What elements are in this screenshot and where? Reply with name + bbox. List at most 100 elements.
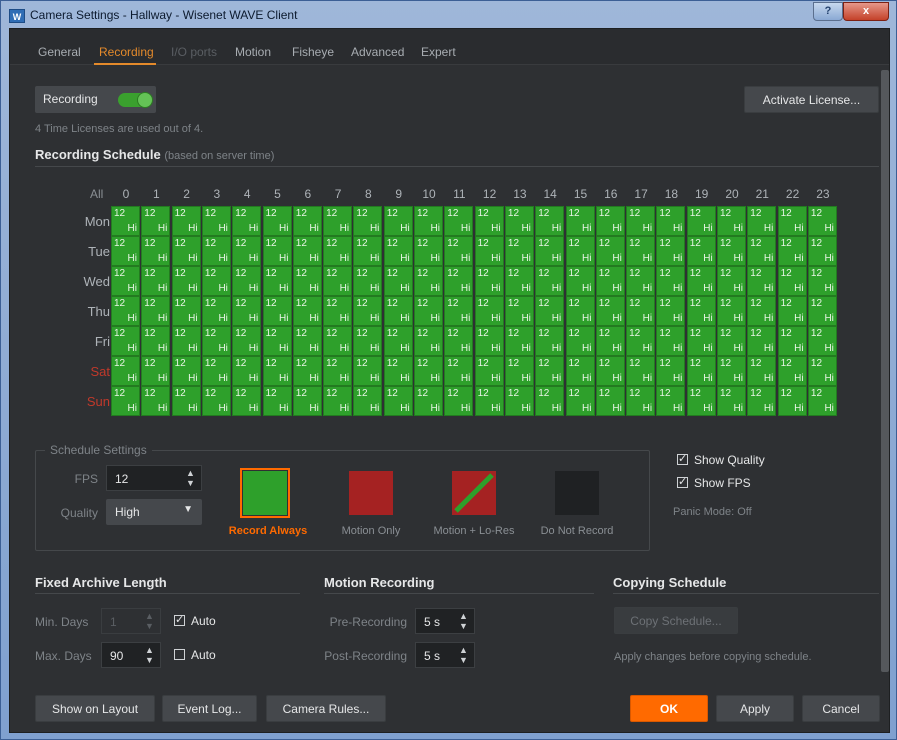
schedule-cell[interactable]: 12 Hi <box>383 266 413 296</box>
hour-header[interactable]: 21 <box>747 187 777 201</box>
schedule-cell[interactable]: 12 Hi <box>141 326 171 356</box>
schedule-cell[interactable]: 12 Hi <box>201 236 231 266</box>
schedule-cell[interactable]: 12 Hi <box>535 296 565 326</box>
schedule-cell[interactable]: 12 Hi <box>171 206 201 236</box>
day-label[interactable]: Sat <box>60 364 110 379</box>
schedule-cell[interactable]: 12 Hi <box>626 206 656 236</box>
day-label[interactable]: Thu <box>60 304 110 319</box>
schedule-cell[interactable]: 12 Hi <box>777 386 807 416</box>
hour-header[interactable]: 12 <box>475 187 505 201</box>
hour-header[interactable]: 6 <box>293 187 323 201</box>
schedule-cell[interactable]: 12 Hi <box>414 296 443 326</box>
mode-motion-only[interactable] <box>349 471 397 515</box>
schedule-cell[interactable]: 12 Hi <box>656 296 686 326</box>
schedule-cell[interactable]: 12 Hi <box>444 266 474 296</box>
schedule-cell[interactable]: 12 Hi <box>292 266 322 296</box>
schedule-cell[interactable]: 12 Hi <box>807 326 837 356</box>
schedule-cell[interactable]: 12 Hi <box>595 236 625 266</box>
schedule-cell[interactable]: 12 Hi <box>353 236 383 266</box>
min-days-spinbox[interactable]: 1 ▲ ▼ <box>101 608 161 634</box>
schedule-cell[interactable]: 12 Hi <box>474 206 504 236</box>
hour-header[interactable]: 18 <box>656 187 686 201</box>
schedule-cell[interactable]: 12 Hi <box>383 386 413 416</box>
schedule-cell[interactable]: 12 Hi <box>656 266 686 296</box>
day-label[interactable]: Mon <box>60 214 110 229</box>
hour-header[interactable]: 19 <box>687 187 717 201</box>
schedule-cell[interactable]: 12 Hi <box>141 266 171 296</box>
schedule-cell[interactable]: 12 Hi <box>111 386 140 416</box>
schedule-cell[interactable]: 12 Hi <box>414 356 443 386</box>
min-days-auto-checkbox[interactable]: Auto <box>174 613 216 628</box>
hour-header[interactable]: 0 <box>111 187 141 201</box>
schedule-cell[interactable]: 12 Hi <box>565 326 595 356</box>
schedule-cell[interactable]: 12 Hi <box>747 356 777 386</box>
schedule-cell[interactable]: 12 Hi <box>504 356 534 386</box>
schedule-cell[interactable]: 12 Hi <box>777 206 807 236</box>
schedule-cell[interactable]: 12 Hi <box>504 236 534 266</box>
day-label[interactable]: Fri <box>60 334 110 349</box>
schedule-cell[interactable]: 12 Hi <box>535 386 565 416</box>
schedule-cell[interactable]: 12 Hi <box>232 296 262 326</box>
cancel-button[interactable]: Cancel <box>802 695 880 722</box>
hour-header[interactable]: 4 <box>232 187 262 201</box>
schedule-cell[interactable]: 12 Hi <box>171 326 201 356</box>
schedule-cell[interactable]: 12 Hi <box>807 236 837 266</box>
schedule-cell[interactable]: 12 Hi <box>807 206 837 236</box>
schedule-cell[interactable]: 12 Hi <box>292 386 322 416</box>
schedule-cell[interactable]: 12 Hi <box>595 296 625 326</box>
schedule-cell[interactable]: 12 Hi <box>535 356 565 386</box>
schedule-cell[interactable]: 12 Hi <box>807 356 837 386</box>
schedule-cell[interactable]: 12 Hi <box>504 386 534 416</box>
schedule-cell[interactable]: 12 Hi <box>201 356 231 386</box>
schedule-cell[interactable]: 12 Hi <box>747 206 777 236</box>
schedule-cell[interactable]: 12 Hi <box>626 386 656 416</box>
mode-motion-lores[interactable] <box>452 471 500 515</box>
schedule-cell[interactable]: 12 Hi <box>595 356 625 386</box>
close-button[interactable]: x <box>843 2 889 21</box>
schedule-cell[interactable]: 12 Hi <box>504 326 534 356</box>
schedule-cell[interactable]: 12 Hi <box>444 236 474 266</box>
schedule-cell[interactable]: 12 Hi <box>171 356 201 386</box>
schedule-cell[interactable]: 12 Hi <box>444 386 474 416</box>
schedule-cell[interactable]: 12 Hi <box>171 386 201 416</box>
schedule-cell[interactable]: 12 Hi <box>686 236 716 266</box>
schedule-cell[interactable]: 12 Hi <box>201 326 231 356</box>
schedule-cell[interactable]: 12 Hi <box>686 386 716 416</box>
post-recording-stepper-icon[interactable]: ▲ ▼ <box>459 645 468 665</box>
fps-spinbox[interactable]: 12 ▲ ▼ <box>106 465 202 491</box>
schedule-cell[interactable]: 12 Hi <box>686 356 716 386</box>
hour-header[interactable]: 20 <box>717 187 747 201</box>
schedule-cell[interactable]: 12 Hi <box>323 266 353 296</box>
schedule-cell[interactable]: 12 Hi <box>565 266 595 296</box>
schedule-cell[interactable]: 12 Hi <box>111 266 140 296</box>
schedule-cell[interactable]: 12 Hi <box>717 206 746 236</box>
pre-recording-stepper-icon[interactable]: ▲ ▼ <box>459 611 468 631</box>
schedule-cell[interactable]: 12 Hi <box>504 266 534 296</box>
schedule-cell[interactable]: 12 Hi <box>717 296 746 326</box>
schedule-cell[interactable]: 12 Hi <box>595 326 625 356</box>
schedule-cell[interactable]: 12 Hi <box>807 386 837 416</box>
schedule-cell[interactable]: 12 Hi <box>292 206 322 236</box>
schedule-cell[interactable]: 12 Hi <box>232 326 262 356</box>
schedule-cell[interactable]: 12 Hi <box>383 206 413 236</box>
schedule-cell[interactable]: 12 Hi <box>232 386 262 416</box>
hour-header[interactable]: 11 <box>444 187 474 201</box>
schedule-cell[interactable]: 12 Hi <box>414 206 443 236</box>
schedule-cell[interactable]: 12 Hi <box>474 326 504 356</box>
schedule-cell[interactable]: 12 Hi <box>262 206 292 236</box>
schedule-cell[interactable]: 12 Hi <box>626 236 656 266</box>
schedule-cell[interactable]: 12 Hi <box>201 386 231 416</box>
hour-header[interactable]: 3 <box>202 187 232 201</box>
show-on-layout-button[interactable]: Show on Layout <box>35 695 155 722</box>
hour-header[interactable]: 8 <box>353 187 383 201</box>
recording-toggle[interactable]: Recording <box>35 86 156 113</box>
schedule-cell[interactable]: 12 Hi <box>292 296 322 326</box>
show-quality-checkbox[interactable]: Show Quality <box>677 452 765 467</box>
schedule-cell[interactable]: 12 Hi <box>656 206 686 236</box>
day-label[interactable]: Tue <box>60 244 110 259</box>
camera-rules-button[interactable]: Camera Rules... <box>266 695 386 722</box>
schedule-cell[interactable]: 12 Hi <box>383 356 413 386</box>
hour-header[interactable]: 22 <box>778 187 808 201</box>
schedule-cell[interactable]: 12 Hi <box>141 296 171 326</box>
schedule-cell[interactable]: 12 Hi <box>504 206 534 236</box>
